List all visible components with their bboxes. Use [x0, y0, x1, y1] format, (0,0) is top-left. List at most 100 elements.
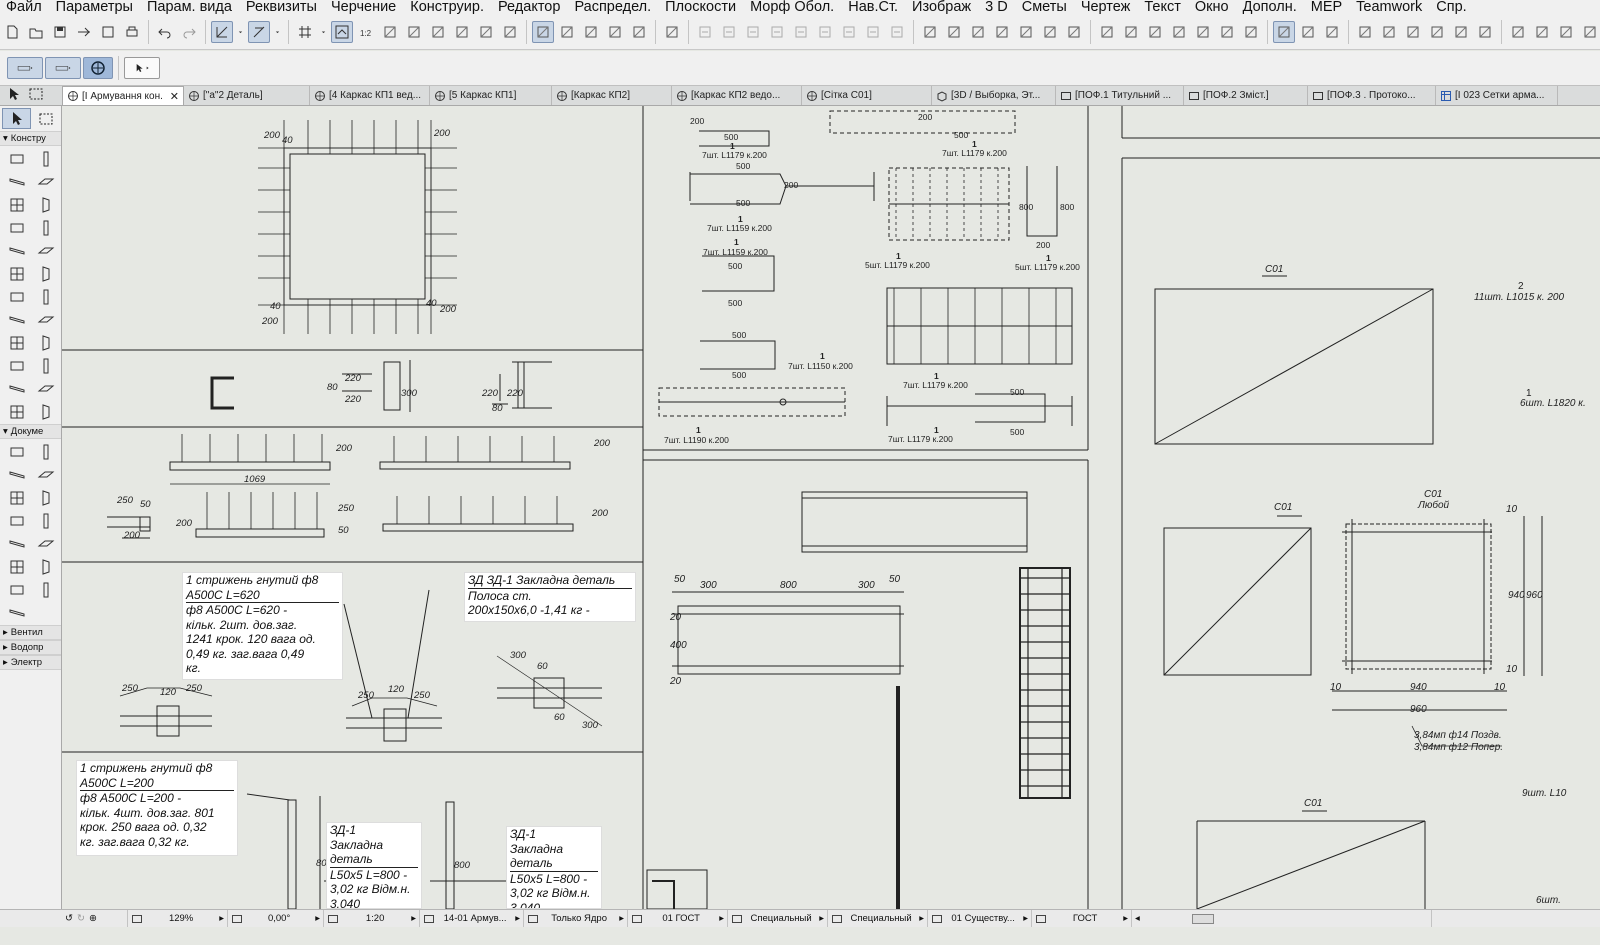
figure-tool-icon[interactable]: [31, 533, 60, 554]
undo-zoom-icon[interactable]: ↺: [65, 913, 73, 924]
document-3d-icon[interactable]: [1240, 21, 1262, 43]
rebar-note-box[interactable]: 1 стрижень гнутий ф8 А500С L=200 ф8 А500…: [76, 760, 238, 856]
menu-item[interactable]: MEP: [1305, 0, 1350, 14]
menu-item[interactable]: Текст: [1138, 0, 1189, 14]
plan-view-icon[interactable]: [1273, 20, 1295, 43]
marquee-tool-icon[interactable]: [31, 108, 60, 129]
object-tool-icon[interactable]: [31, 240, 60, 261]
menu-item[interactable]: Teamwork: [1350, 0, 1430, 14]
section-tool-icon[interactable]: [2, 464, 31, 485]
tab-9[interactable]: [ПОФ.1 Титульний ...: [1056, 86, 1184, 105]
save-as-icon[interactable]: [97, 21, 119, 43]
project-map-icon[interactable]: [1426, 21, 1448, 43]
save-icon[interactable]: [49, 21, 71, 43]
tab-7[interactable]: [Сітка С01]: [802, 86, 932, 105]
status-pen[interactable]: 01 ГОСТ ▸: [628, 910, 728, 927]
section-icon[interactable]: [1120, 21, 1142, 43]
menu-item[interactable]: Парам. вида: [141, 0, 240, 14]
explode-icon[interactable]: [919, 21, 941, 43]
fill-tool-icon[interactable]: [2, 355, 31, 376]
tab-3[interactable]: [4 Каркас КП1 вед...: [310, 86, 430, 105]
layout-book-icon[interactable]: [1378, 21, 1400, 43]
toolbox-section-header[interactable]: ▾ Констру: [0, 131, 61, 146]
menu-item[interactable]: Реквизиты: [240, 0, 325, 14]
curtain-wall-tool-icon[interactable]: [31, 263, 60, 284]
snap-icon[interactable]: [211, 20, 233, 43]
guide-icon[interactable]: [248, 20, 270, 43]
mirror-icon[interactable]: [742, 21, 764, 43]
layer-combo-icon[interactable]: [7, 57, 43, 79]
shell-tool-icon[interactable]: [31, 217, 60, 238]
adjust-icon[interactable]: [475, 21, 497, 43]
view-combo-icon[interactable]: [45, 57, 81, 79]
embed-note-box[interactable]: ЗД ЗД-1 Закладна деталь Полоса ст. 200х1…: [464, 572, 636, 622]
arc-tool-icon[interactable]: [2, 378, 31, 399]
arrow-tool-icon[interactable]: [6, 86, 22, 105]
split-icon[interactable]: [499, 21, 521, 43]
group-icon[interactable]: [943, 21, 965, 43]
menu-item[interactable]: Черчение: [325, 0, 404, 14]
menu-item[interactable]: Параметры: [50, 0, 141, 14]
orbit-icon[interactable]: [83, 57, 113, 79]
grid-tool-icon[interactable]: [31, 579, 60, 600]
toolbox-section-header[interactable]: ▸ Водопр: [0, 640, 61, 655]
scroll-thumb[interactable]: [1191, 913, 1214, 924]
multiply-icon[interactable]: [790, 21, 812, 43]
elevate-icon[interactable]: [403, 21, 425, 43]
morph-tool-icon[interactable]: [31, 309, 60, 330]
menu-item[interactable]: Дополн.: [1237, 0, 1305, 14]
elevation-icon[interactable]: [1144, 21, 1166, 43]
detail-tool-icon[interactable]: [2, 487, 31, 508]
redo-icon[interactable]: [178, 21, 200, 43]
embed-note-box[interactable]: ЗД-1 Закладна деталь L50х5 L=800 - 3,02 …: [506, 826, 602, 909]
trim-icon[interactable]: [862, 21, 884, 43]
rebar-note-box[interactable]: 1 стрижень гнутий ф8 А500С L=620 ф8 А500…: [182, 572, 343, 680]
radial-dim-tool-icon[interactable]: [31, 441, 60, 462]
menu-item[interactable]: Окно: [1189, 0, 1237, 14]
menu-item[interactable]: Редактор: [492, 0, 568, 14]
railing-tool-icon[interactable]: [31, 286, 60, 307]
zoom-in-icon[interactable]: ⊕: [89, 913, 97, 924]
tab-4[interactable]: [5 Каркас КП1]: [430, 86, 552, 105]
slab-tool-icon[interactable]: [31, 171, 60, 192]
worksheet-icon[interactable]: [1192, 21, 1214, 43]
offset-icon[interactable]: [427, 21, 449, 43]
toolbox-section-header[interactable]: ▾ Докуме: [0, 424, 61, 439]
menu-item[interactable]: Плоскости: [659, 0, 744, 14]
arrow-tool-icon[interactable]: [2, 108, 31, 129]
interior-elevation-icon[interactable]: [1168, 21, 1190, 43]
find-icon[interactable]: [1063, 21, 1085, 43]
menu-item[interactable]: Конструир.: [404, 0, 492, 14]
drawing-canvas[interactable]: 200 40 200 200 40 40 200 220 220 80 300 …: [62, 106, 1600, 909]
text-tool-icon[interactable]: [2, 332, 31, 353]
menu-item[interactable]: Сметы: [1016, 0, 1075, 14]
embed-note-box[interactable]: ЗД-1 Закладна деталь L50х5 L=800 - 3,02 …: [326, 822, 422, 909]
model-view-icon[interactable]: [604, 21, 626, 43]
beam-tool-icon[interactable]: [2, 171, 31, 192]
menu-item[interactable]: Распредел.: [568, 0, 659, 14]
zone-tool-icon[interactable]: [2, 309, 31, 330]
lock-icon[interactable]: [1015, 21, 1037, 43]
tab-2[interactable]: ["а"2 Деталь]: [184, 86, 310, 105]
grid-snap-icon[interactable]: [294, 21, 316, 43]
skylight-tool-icon[interactable]: [2, 240, 31, 261]
menu-item[interactable]: Спр.: [1430, 0, 1474, 14]
line-tool-icon[interactable]: [31, 355, 60, 376]
redo-zoom-icon[interactable]: ↻: [77, 913, 85, 924]
tab-close-icon[interactable]: ✕: [170, 90, 179, 103]
move-icon[interactable]: [694, 21, 716, 43]
unlock-icon[interactable]: [1039, 21, 1061, 43]
tab-12[interactable]: [I 023 Сетки арма...: [1436, 86, 1558, 105]
drawing-tool-icon[interactable]: [31, 556, 60, 577]
tab-6[interactable]: [Каркас КП2 ведо...: [672, 86, 802, 105]
status-zoom[interactable]: 129% ▸: [128, 910, 228, 927]
spline-tool-icon[interactable]: [31, 378, 60, 399]
lamp-tool-icon[interactable]: [2, 579, 31, 600]
menu-item[interactable]: 3 D: [979, 0, 1016, 14]
status-structure[interactable]: Только Ядро ▸: [524, 910, 628, 927]
status-angle[interactable]: 0,00° ▸: [228, 910, 324, 927]
publisher-icon[interactable]: [1402, 21, 1424, 43]
change-tool-icon[interactable]: [2, 556, 31, 577]
window-tool-icon[interactable]: [2, 194, 31, 215]
pen-set-icon[interactable]: [580, 21, 602, 43]
